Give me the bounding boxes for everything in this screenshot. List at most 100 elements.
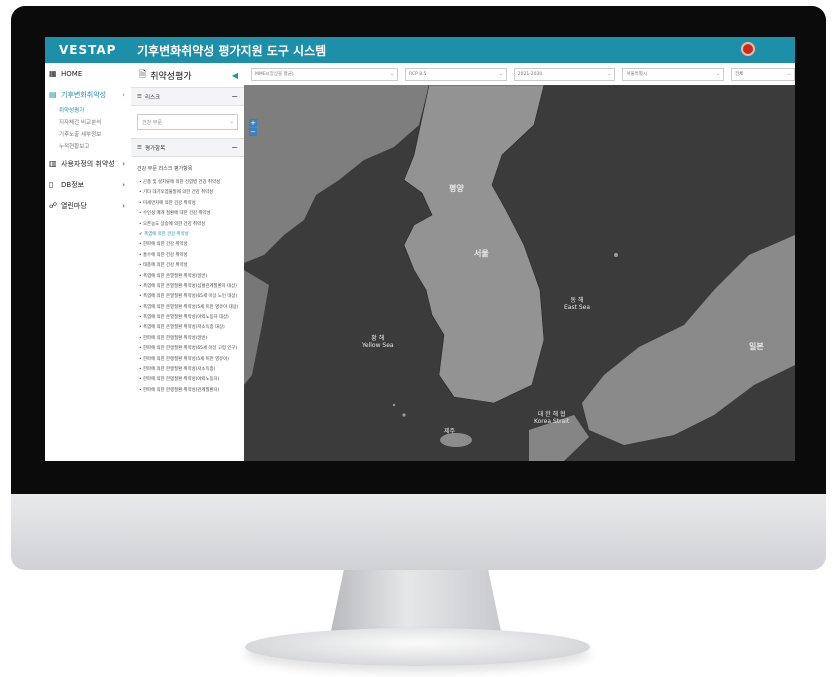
list-icon: ☰	[137, 93, 142, 100]
eval-item-label: 폭염에 의한 온열질환 취약성(5세 미만 영유아 대상)	[143, 304, 239, 310]
select-value: 전체	[735, 72, 744, 77]
nav-subitem-compare[interactable]: 지자체간 비교분석	[45, 117, 131, 129]
eval-section-header[interactable]: ☰ 평가항목 −	[131, 138, 244, 157]
nav-subitem-assessment[interactable]: 취약성평가	[45, 105, 131, 117]
nav-item-home[interactable]: ▦ HOME	[45, 63, 131, 84]
select-value: RCP 8.5	[409, 71, 427, 77]
section-label: 리스크	[144, 94, 161, 101]
chevron-right-icon: ›	[122, 180, 125, 189]
monitor-chin	[11, 494, 826, 570]
zoom-controls: + −	[249, 119, 257, 137]
eval-item-label: 한파에 의한 한랭질환 취약성(관계질환자)	[143, 387, 220, 393]
eval-item[interactable]: • 폭염에 의한 온열질환 취약성(야외노동자 대상)	[131, 313, 244, 323]
eval-item[interactable]: • 폭염에 의한 온열질환 취약성(일반)	[131, 272, 244, 282]
grid-icon: ▦	[49, 68, 57, 78]
nav-subitem-exposure[interactable]: 기후노출 세부정보	[45, 129, 131, 141]
app-title: 기후변화취약성 평가지원 도구 시스템	[137, 43, 327, 58]
chevron-down-icon: ⌄	[607, 71, 612, 77]
region-select[interactable]: 서울특별시 ⌄	[622, 67, 725, 81]
zoom-out-button[interactable]: −	[249, 128, 257, 136]
eval-item[interactable]: • 한파에 의한 한랭질환 취약성(관계질환자)	[131, 386, 244, 396]
nav-item-user-defined[interactable]: ▥ 사용자정의 취약성 ›	[45, 153, 131, 174]
monitor-stand-base	[245, 628, 590, 666]
user-avatar[interactable]	[741, 42, 755, 56]
eval-item[interactable]: • 폭염에 의한 온열질환 취약성(5세 미만 영유아 대상)	[131, 303, 244, 313]
eval-item-label: 한파에 의한 한랭질환 취약성(야외노동자)	[143, 377, 220, 383]
assessment-panel: 🗎 취약성평가 ◀ ☰ 리스크 − 건강 부문 ⌄ ☰ 평가항목 − 건강 부문…	[131, 63, 245, 461]
eval-item[interactable]: • 한파에 의한 한랭질환 취약성(일반)	[131, 334, 244, 344]
jeju-island	[440, 433, 472, 447]
eval-item-label: 폭염에 의한 온열질환 취약성(저소득층 대상)	[143, 325, 225, 331]
nav-item-open-forum[interactable]: ☍ 열린마당 ›	[45, 195, 131, 216]
eval-item[interactable]: • 폭염에 의한 온열질환 취약성(심혈관계질환자 대상)	[131, 282, 244, 292]
eval-item-label: 오존농도 상승에 의한 건강 취약성	[143, 221, 206, 227]
eval-item[interactable]: • 한파에 의한 한랭질환 취약성(5세 미만 영유아)	[131, 355, 244, 365]
eval-item[interactable]: • 폭염에 의한 온열질환 취약성(65세 이상 노인 대상)	[131, 292, 244, 302]
korea-strait-label: 대 한 해 협 Korea Strait	[534, 411, 570, 425]
eval-item-label: 폭염에 의한 온열질환 취약성(65세 이상 노인 대상)	[143, 294, 238, 300]
eval-item[interactable]: • 곤충 및 설치류에 의한 전염병 건강 취약성	[131, 178, 244, 188]
nav-item-climate-vulnerability[interactable]: ▤ 기후변화취약성 ›	[45, 84, 131, 105]
eval-item[interactable]: ✔ 폭염에 의한 건강 취약성	[131, 230, 244, 240]
left-nav: ▦ HOME ▤ 기후변화취약성 › 취약성평가 지자체간 비교분석 기후노출 …	[45, 63, 132, 461]
island-dot	[402, 413, 406, 417]
china-east-coast	[244, 270, 269, 385]
map-view[interactable]: + − 황 해 Yellow Sea 동 해 East Sea 대 한 해 협 Kor…	[244, 85, 795, 461]
eval-item[interactable]: • 한파에 의한 한랭질환 취약성(저소득층)	[131, 365, 244, 375]
ulleungdo-island	[614, 253, 618, 257]
minus-icon[interactable]: −	[231, 143, 238, 152]
japan-label: 일본	[749, 342, 764, 351]
panel-title-text: 취약성평가	[150, 71, 192, 82]
table-icon: ▥	[49, 158, 57, 168]
district-select[interactable]: 전체 ⌄	[731, 67, 795, 81]
eval-item[interactable]: • 미세먼지에 의한 건강 취약성	[131, 199, 244, 209]
nav-subitem-report[interactable]: 누적현황보고	[45, 141, 131, 153]
eval-item[interactable]: • 한파에 의한 한랭질환 취약성(65세 이상 고령 인구)	[131, 344, 244, 354]
top-bar: VESTAP 기후변화취약성 평가지원 도구 시스템	[45, 37, 795, 63]
select-value: 2021-2030	[517, 71, 543, 77]
chevron-down-icon: ⌄	[787, 71, 791, 77]
risk-select[interactable]: 건강 부문 ⌄	[137, 114, 238, 130]
risk-select-value: 건강 부문	[142, 119, 162, 126]
east-sea-label: 동 해 East Sea	[564, 297, 591, 311]
scenario-model-select[interactable]: MMEs(앙상블 평균) ⌄	[251, 67, 399, 81]
eval-item[interactable]: • 기타 대기오염물질에 의한 건강 취약성	[131, 188, 244, 198]
database-icon: ▯	[49, 179, 54, 189]
zoom-in-button[interactable]: +	[249, 119, 257, 127]
island-dot	[392, 403, 396, 407]
screen: VESTAP 기후변화취약성 평가지원 도구 시스템 ▦ HOME ▤ 기후변화…	[45, 37, 795, 461]
eval-item-label: 폭염에 의한 온열질환 취약성(일반)	[143, 273, 208, 279]
rcp-select[interactable]: RCP 8.5 ⌄	[405, 67, 507, 81]
select-value: 서울특별시	[626, 72, 648, 77]
chevron-right-icon: ›	[122, 90, 125, 99]
eval-description: 건강 부문 리스크 평가항목	[137, 166, 193, 172]
chevron-down-icon: ⌄	[498, 71, 503, 77]
risk-section-header[interactable]: ☰ 리스크 −	[131, 87, 244, 106]
korea-landmass	[403, 85, 545, 404]
china-landmass	[244, 85, 429, 263]
eval-item-label: 수인성 매개 질환에 대한 건강 취약성	[143, 211, 211, 217]
eval-item[interactable]: • 한파에 의한 한랭질환 취약성(야외노동자)	[131, 375, 244, 385]
eval-item-label: 한파에 의한 한랭질환 취약성(저소득층)	[143, 367, 216, 373]
filter-bar: MMEs(앙상블 평균) ⌄ RCP 8.5 ⌄ 2021-2030 ⌄ 서울특별시 ⌄…	[244, 63, 795, 86]
panel-title: 🗎 취약성평가 ◀	[131, 63, 244, 87]
eval-item[interactable]: • 오존농도 상승에 의한 건강 취약성	[131, 220, 244, 230]
app-logo[interactable]: VESTAP	[45, 43, 131, 57]
eval-item-label: 한파에 의한 건강 취약성	[143, 242, 188, 248]
eval-item[interactable]: • 홍수에 의한 건강 취약성	[131, 251, 244, 261]
eval-item[interactable]: • 수인성 매개 질환에 대한 건강 취약성	[131, 209, 244, 219]
eval-item[interactable]: • 폭염에 의한 온열질환 취약성(저소득층 대상)	[131, 323, 244, 333]
eval-item-list: • 곤충 및 설치류에 의한 전염병 건강 취약성 • 기타 대기오염물질에 의한…	[131, 178, 244, 396]
chevron-right-icon: ›	[122, 201, 125, 210]
eval-item-label: 폭염에 의한 온열질환 취약성(야외노동자 대상)	[143, 315, 229, 321]
eval-item[interactable]: • 한파에 의한 건강 취약성	[131, 240, 244, 250]
monitor-stand-neck	[330, 570, 502, 636]
eval-item[interactable]: • 태풍에 의한 건강 취약성	[131, 261, 244, 271]
collapse-panel-icon[interactable]: ◀	[232, 71, 238, 80]
nav-item-db-info[interactable]: ▯ DB정보 ›	[45, 174, 131, 195]
minus-icon[interactable]: −	[231, 92, 238, 101]
period-select[interactable]: 2021-2030 ⌄	[513, 67, 616, 81]
japan-landmass	[582, 235, 795, 445]
eval-item-label: 홍수에 의한 건강 취약성	[143, 252, 188, 258]
chevron-down-icon: ⌄	[716, 71, 721, 77]
